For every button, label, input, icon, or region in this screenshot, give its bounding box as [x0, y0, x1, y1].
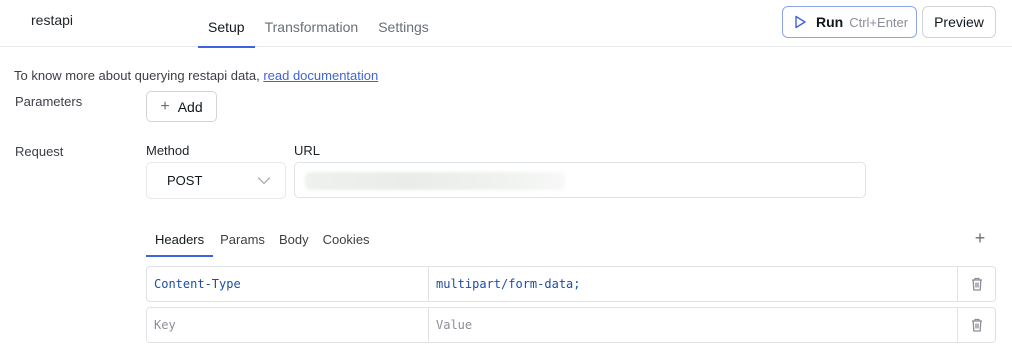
delete-new-header-button[interactable]	[958, 307, 996, 343]
chevron-down-icon	[257, 177, 271, 185]
key-placeholder: Key	[154, 318, 176, 332]
plus-icon: +	[160, 97, 170, 115]
new-header-value-input[interactable]: Value	[429, 307, 958, 343]
header-value-input[interactable]: multipart/form-data;	[429, 266, 958, 302]
query-tabs: Setup Transformation Settings	[198, 0, 439, 48]
trash-icon	[971, 318, 982, 332]
subtab-cookies[interactable]: Cookies	[316, 221, 377, 257]
tab-setup[interactable]: Setup	[198, 0, 255, 48]
url-input[interactable]	[294, 162, 866, 198]
header-key-text: Content-Type	[154, 277, 241, 291]
run-label: Run	[816, 14, 844, 30]
add-parameter-label: Add	[177, 98, 203, 115]
tab-transformation[interactable]: Transformation	[255, 0, 369, 47]
add-header-icon[interactable]: +	[971, 229, 989, 247]
parameters-label: Parameters	[15, 94, 83, 109]
query-header: restapi Setup Transformation Settings Ru…	[0, 0, 1012, 48]
preview-button[interactable]: Preview	[922, 6, 996, 38]
query-name[interactable]: restapi	[31, 12, 73, 28]
play-icon	[795, 15, 806, 29]
documentation-link[interactable]: read documentation	[263, 68, 378, 83]
subtab-body[interactable]: Body	[272, 221, 316, 257]
documentation-hint: To know more about querying restapi data…	[14, 68, 378, 83]
run-shortcut: Ctrl+Enter	[849, 14, 909, 30]
tab-settings[interactable]: Settings	[368, 0, 439, 47]
url-value-redacted	[305, 172, 565, 190]
run-button[interactable]: Run Ctrl+Enter	[782, 6, 917, 38]
documentation-text: To know more about querying restapi data…	[14, 68, 264, 83]
request-label: Request	[15, 144, 64, 159]
delete-header-button[interactable]	[958, 266, 996, 302]
request-subtabs: Headers Params Body Cookies	[146, 221, 377, 257]
method-select[interactable]: POST	[146, 162, 286, 199]
subtab-params[interactable]: Params	[213, 221, 272, 257]
method-label: Method	[146, 143, 190, 158]
header-row: Content-Type multipart/form-data;	[146, 266, 996, 302]
method-value: POST	[167, 173, 203, 188]
value-placeholder: Value	[436, 318, 473, 332]
new-header-key-input[interactable]: Key	[146, 307, 429, 343]
url-label: URL	[294, 143, 321, 158]
add-parameter-button[interactable]: + Add	[146, 91, 217, 122]
new-header-row: Key Value	[146, 307, 996, 343]
header-value-text: multipart/form-data;	[436, 277, 581, 291]
header-key-input[interactable]: Content-Type	[146, 266, 429, 302]
trash-icon	[971, 277, 982, 291]
subtab-headers[interactable]: Headers	[146, 221, 214, 257]
